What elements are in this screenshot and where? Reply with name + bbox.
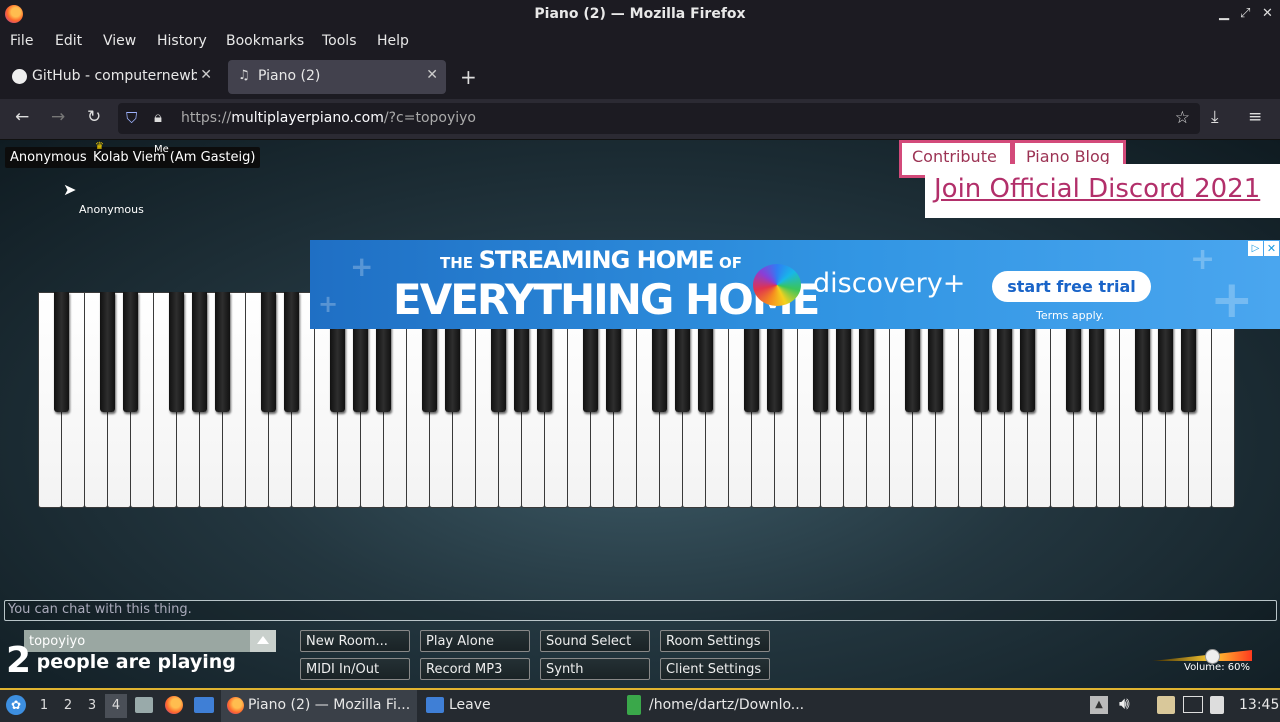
task-label: Piano (2) — Mozilla Fi...	[248, 697, 411, 713]
player-name-tag[interactable]: Kolab Viem (Am Gasteig)	[88, 147, 261, 168]
menu-edit[interactable]: Edit	[55, 33, 82, 49]
menu-tools[interactable]: Tools	[322, 33, 357, 49]
ad-terms: Terms apply.	[1036, 309, 1105, 322]
firefox-icon	[227, 697, 244, 714]
discovery-logo-icon	[753, 264, 801, 306]
bookmark-star-icon[interactable]: ☆	[1175, 108, 1190, 128]
github-icon	[12, 69, 27, 84]
volume-tray-icon[interactable]: 🔊︎	[1119, 694, 1130, 714]
chat-input[interactable]: You can chat with this thing.	[4, 600, 1277, 621]
battery-icon[interactable]	[1210, 696, 1224, 714]
window-title-bar: Piano (2) — Mozilla Firefox ▁ ⤢ ✕	[0, 0, 1280, 29]
new-tab-icon[interactable]: +	[460, 65, 477, 89]
lock-icon[interactable]: 🔒︎	[154, 108, 162, 126]
volume-slider[interactable]	[1152, 649, 1252, 664]
black-key[interactable]	[99, 292, 115, 412]
downloads-icon[interactable]: ⤓	[1211, 107, 1219, 127]
close-tab-icon[interactable]: ✕	[426, 67, 438, 83]
task-leave[interactable]: Leave	[449, 697, 491, 713]
black-key[interactable]	[260, 292, 276, 412]
url-bar[interactable]: ⛉ 🔒︎ https://multiplayerpiano.com/?c=top…	[118, 103, 1200, 134]
clock[interactable]: 13:45	[1239, 697, 1279, 713]
file-manager-icon[interactable]	[135, 697, 153, 713]
clipboard-icon[interactable]	[1157, 696, 1175, 714]
black-key[interactable]	[283, 292, 299, 412]
new-room-button[interactable]: New Room...	[300, 630, 410, 652]
menu-view[interactable]: View	[103, 33, 136, 49]
black-key[interactable]	[53, 292, 69, 412]
tab-label: Piano (2)	[258, 68, 321, 84]
minimize-icon[interactable]: ▁	[1219, 6, 1229, 21]
piano-icon: ♫	[238, 68, 250, 83]
mouse-cursor-icon: ➤	[63, 180, 77, 199]
workspace-1[interactable]: 1	[33, 694, 55, 718]
volume-label: Volume: 60%	[1184, 662, 1250, 673]
black-key[interactable]	[214, 292, 230, 412]
player-name-tag[interactable]: Anonymous	[5, 147, 92, 168]
tab-piano[interactable]: ♫ Piano (2) ✕	[228, 60, 446, 94]
menu-bookmarks[interactable]: Bookmarks	[226, 33, 304, 49]
desktop-icon[interactable]	[194, 697, 214, 713]
window-title: Piano (2) — Mozilla Firefox	[534, 6, 746, 22]
plus-decoration-icon: +	[1210, 270, 1254, 329]
client-settings-button[interactable]: Client Settings	[660, 658, 770, 680]
back-icon[interactable]: ←	[15, 107, 29, 127]
sound-select-button[interactable]: Sound Select	[540, 630, 650, 652]
ad-close-icon[interactable]: ✕	[1264, 241, 1279, 256]
menu-file[interactable]: File	[10, 33, 33, 49]
cursor-name-label: Anonymous	[79, 203, 144, 216]
discord-link[interactable]: Join Official Discord 2021	[925, 164, 1280, 218]
player-count-label: people are playing	[36, 651, 236, 673]
forward-icon[interactable]: →	[51, 107, 65, 127]
maximize-icon[interactable]: ⤢	[1240, 6, 1250, 21]
record-mp3-button[interactable]: Record MP3	[420, 658, 530, 680]
firefox-launcher-icon[interactable]	[165, 696, 183, 714]
player-count: 2 people are playing	[6, 640, 236, 681]
black-key[interactable]	[122, 292, 138, 412]
network-icon[interactable]	[1183, 696, 1203, 713]
player-count-number: 2	[6, 640, 32, 681]
room-settings-button[interactable]: Room Settings	[660, 630, 770, 652]
taskbar: ✿ 1 2 3 4 Piano (2) — Mozilla Fi... Leav…	[0, 688, 1280, 722]
black-key[interactable]	[191, 292, 207, 412]
workspace-4[interactable]: 4	[105, 694, 127, 718]
play-alone-button[interactable]: Play Alone	[420, 630, 530, 652]
shield-icon[interactable]: ⛉	[126, 109, 137, 127]
task-terminal[interactable]: /home/dartz/Downlo...	[649, 697, 804, 713]
close-window-icon[interactable]: ✕	[1262, 6, 1273, 21]
menu-history[interactable]: History	[157, 33, 207, 49]
synth-button[interactable]: Synth	[540, 658, 650, 680]
menu-bar: File Edit View History Bookmarks Tools H…	[0, 29, 1280, 55]
hamburger-menu-icon[interactable]: ≡	[1248, 107, 1262, 127]
ad-banner[interactable]: + + + + THE STREAMING HOME OF EVERYTHING…	[310, 240, 1280, 329]
start-menu-icon[interactable]: ✿	[6, 695, 26, 715]
adchoices-icon[interactable]: ▷	[1248, 241, 1263, 256]
crown-icon: ♛	[95, 141, 104, 152]
navigation-toolbar: ← → ↻ ⛉ 🔒︎ https://multiplayerpiano.com/…	[0, 99, 1280, 140]
tab-label: GitHub - computernewb/	[32, 68, 197, 84]
workspace-2[interactable]: 2	[57, 694, 79, 718]
terminal-icon	[627, 695, 641, 715]
tab-bar: GitHub - computernewb/ ✕ ♫ Piano (2) ✕ +	[0, 55, 1280, 99]
start-free-trial-button[interactable]: start free trial	[992, 271, 1151, 302]
ad-headline-1: THE STREAMING HOME OF	[440, 246, 743, 274]
black-key[interactable]	[168, 292, 184, 412]
plus-decoration-icon: +	[318, 290, 339, 318]
url-text[interactable]: https://multiplayerpiano.com/?c=topoyiyo	[181, 110, 476, 126]
workspace-3[interactable]: 3	[81, 694, 103, 718]
plus-decoration-icon: +	[350, 250, 374, 283]
window-icon	[426, 697, 444, 713]
menu-help[interactable]: Help	[377, 33, 409, 49]
midi-button[interactable]: MIDI In/Out	[300, 658, 410, 680]
tray-up-icon[interactable]: ▲	[1090, 696, 1108, 714]
ad-brand: discovery+	[813, 268, 966, 299]
close-tab-icon[interactable]: ✕	[200, 67, 212, 83]
me-label: Me	[154, 144, 169, 155]
reload-icon[interactable]: ↻	[87, 107, 101, 127]
room-dropdown-arrow-icon[interactable]	[250, 630, 276, 652]
task-firefox[interactable]: Piano (2) — Mozilla Fi...	[221, 690, 417, 722]
tab-github[interactable]: GitHub - computernewb/ ✕	[2, 60, 220, 94]
